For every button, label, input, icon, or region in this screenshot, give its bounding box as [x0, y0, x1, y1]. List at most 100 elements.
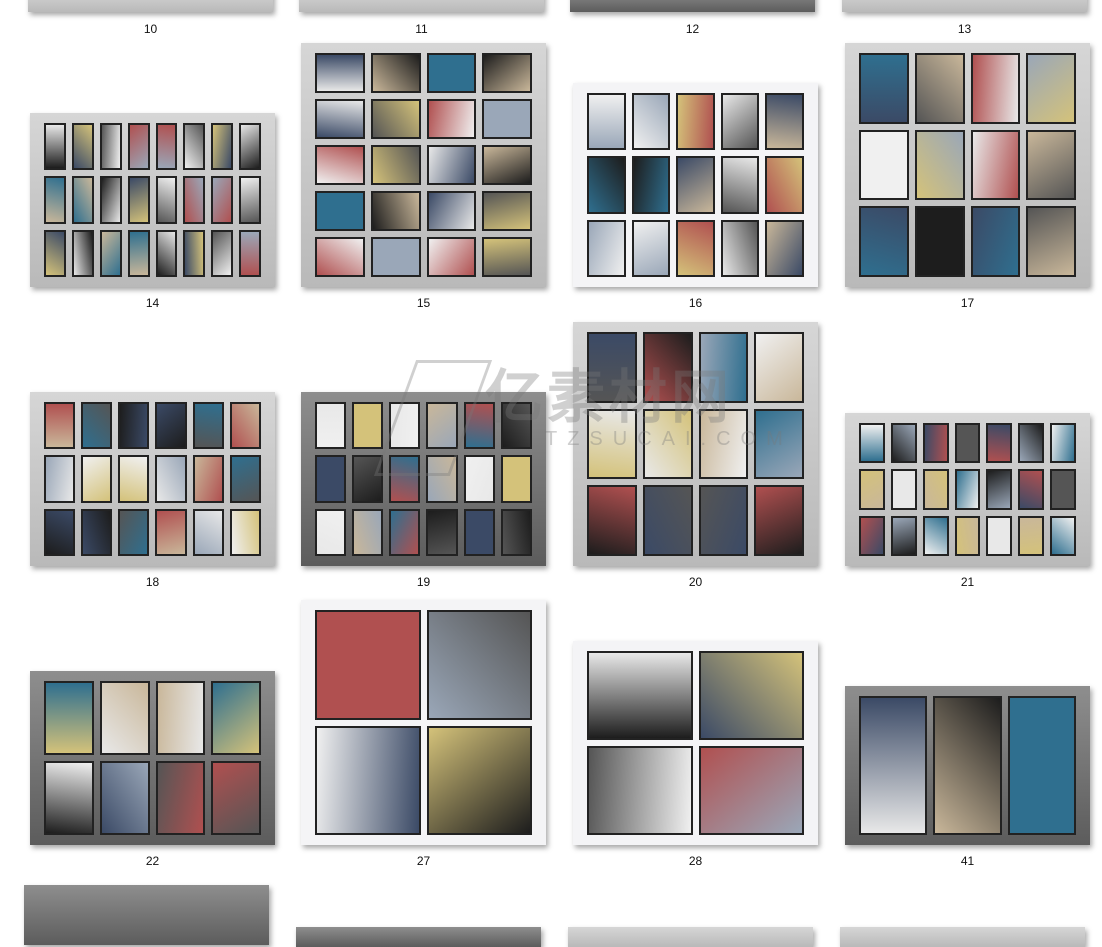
artwork-frame — [922, 469, 949, 510]
artwork-frame — [1007, 696, 1076, 835]
artwork-frame — [754, 408, 804, 480]
artwork-frame — [192, 455, 224, 503]
artwork-frame — [239, 123, 261, 171]
artwork-frame — [642, 485, 693, 556]
thumbnail-12[interactable] — [570, 0, 815, 12]
thumbnail-28[interactable] — [573, 641, 818, 845]
thumbnail-row5-2[interactable] — [296, 927, 541, 947]
artwork-frame — [118, 455, 150, 503]
thumbnail-row5-1[interactable] — [24, 885, 269, 945]
artwork-frame — [315, 610, 421, 720]
artwork-frame — [211, 761, 261, 835]
artwork-frame — [389, 455, 421, 503]
thumbnail-11[interactable] — [299, 0, 544, 12]
artwork-frame — [44, 508, 76, 556]
artwork-frame — [211, 229, 234, 277]
thumbnail-label: 27 — [416, 854, 431, 868]
artwork-frame — [426, 508, 458, 556]
artwork-frame — [970, 206, 1021, 277]
artwork-frame — [642, 332, 693, 403]
artwork-frame — [315, 99, 365, 139]
artwork-frame — [71, 229, 94, 277]
artwork-frame — [99, 176, 122, 224]
artwork-frame — [426, 145, 477, 185]
artwork-frame — [370, 145, 421, 185]
artwork-frame — [587, 408, 637, 480]
artwork-frame — [192, 402, 224, 450]
artwork-frame — [890, 469, 917, 510]
artwork-frame — [315, 725, 421, 835]
artwork-frame — [500, 402, 532, 450]
artwork-frame — [676, 156, 715, 214]
thumbnail-27[interactable] — [301, 600, 546, 845]
artwork-frame — [370, 191, 421, 231]
artwork-frame — [389, 508, 421, 556]
thumbnail-label: 19 — [416, 575, 431, 589]
thumbnail-label: 13 — [957, 22, 972, 36]
artwork-frame — [970, 129, 1021, 201]
artwork-frame — [676, 93, 715, 151]
thumbnail-13[interactable] — [842, 0, 1087, 12]
artwork-frame — [914, 53, 965, 124]
thumbnail-22[interactable] — [30, 671, 275, 845]
artwork-frame — [914, 129, 965, 201]
artwork-frame — [211, 681, 261, 755]
artwork-frame — [986, 423, 1013, 464]
artwork-frame — [1026, 206, 1076, 277]
artwork-frame — [698, 485, 749, 556]
artwork-frame — [183, 229, 206, 277]
artwork-frame — [1018, 469, 1045, 510]
artwork-frame — [426, 610, 532, 720]
artwork-frame — [229, 508, 261, 556]
artwork-frame — [315, 402, 347, 450]
artwork-frame — [239, 176, 261, 224]
artwork-frame — [765, 156, 804, 214]
artwork-frame — [676, 219, 715, 277]
artwork-frame — [698, 651, 804, 740]
artwork-frame — [81, 508, 113, 556]
thumbnail-row5-3[interactable] — [568, 927, 813, 947]
artwork-frame — [426, 455, 458, 503]
thumbnail-18[interactable] — [30, 392, 275, 566]
artwork-frame — [1018, 423, 1045, 464]
artwork-frame — [720, 93, 760, 151]
artwork-frames — [587, 332, 804, 556]
artwork-frame — [890, 515, 917, 556]
thumbnail-20[interactable] — [573, 322, 818, 566]
thumbnail-row5-4[interactable] — [840, 927, 1085, 947]
thumbnail-label: 22 — [145, 854, 160, 868]
artwork-frame — [970, 53, 1021, 124]
thumbnail-19[interactable] — [301, 392, 546, 566]
artwork-frame — [859, 696, 928, 835]
artwork-frame — [370, 99, 421, 139]
artwork-frames — [859, 423, 1076, 556]
thumbnail-41[interactable] — [845, 686, 1090, 845]
artwork-frame — [155, 123, 178, 171]
artwork-frame — [315, 508, 347, 556]
thumbnail-label: 28 — [688, 854, 703, 868]
artwork-frame — [426, 191, 477, 231]
artwork-frame — [315, 191, 365, 231]
artwork-frame — [211, 123, 234, 171]
artwork-frame — [463, 402, 495, 450]
artwork-frames — [315, 53, 532, 277]
artwork-frame — [642, 408, 693, 480]
thumbnail-14[interactable] — [30, 113, 275, 287]
artwork-frame — [81, 402, 113, 450]
artwork-frame — [229, 455, 261, 503]
artwork-frame — [239, 229, 261, 277]
thumbnail-10[interactable] — [28, 0, 273, 12]
artwork-frame — [859, 206, 909, 277]
artwork-frame — [482, 99, 532, 139]
artwork-frame — [859, 53, 909, 124]
artwork-frame — [1026, 129, 1076, 201]
artwork-frame — [587, 651, 693, 740]
thumbnail-17[interactable] — [845, 43, 1090, 287]
thumbnail-21[interactable] — [845, 413, 1090, 566]
thumbnail-16[interactable] — [573, 83, 818, 287]
artwork-frame — [71, 176, 94, 224]
thumbnail-15[interactable] — [301, 43, 546, 287]
artwork-frame — [1050, 515, 1076, 556]
artwork-frame — [500, 508, 532, 556]
artwork-frame — [587, 746, 693, 835]
